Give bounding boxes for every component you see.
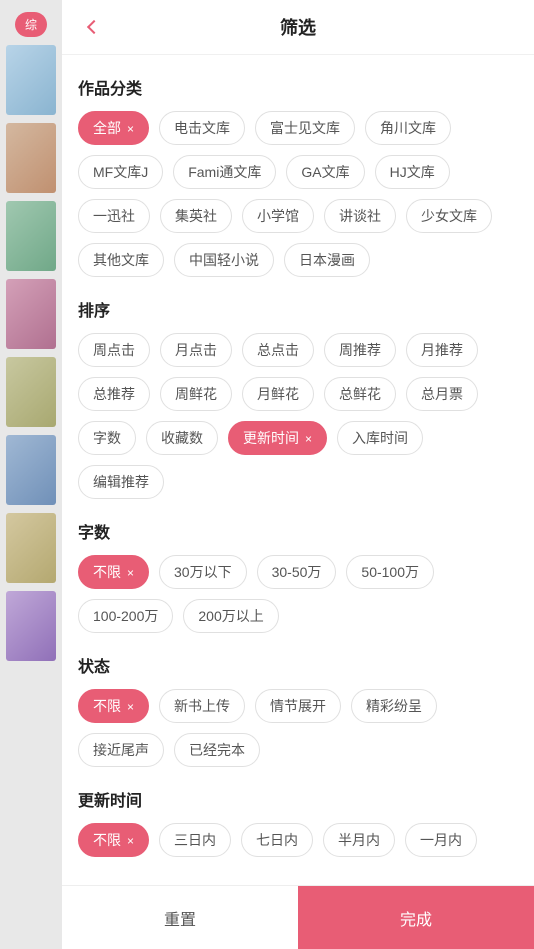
- tag-item[interactable]: 30-50万: [257, 555, 337, 589]
- tag-item[interactable]: 七日内: [241, 823, 313, 857]
- tag-item[interactable]: 半月内: [323, 823, 395, 857]
- filter-footer: 重置 完成: [62, 885, 534, 949]
- tag-item[interactable]: 总推荐: [78, 377, 150, 411]
- tag-item[interactable]: 其他文库: [78, 243, 164, 277]
- tag-item[interactable]: 不限×: [78, 823, 149, 857]
- tag-item[interactable]: 总鲜花: [324, 377, 396, 411]
- filter-title: 筛选: [280, 14, 316, 40]
- tag-item[interactable]: 50-100万: [346, 555, 434, 589]
- sidebar-cover-4: [6, 279, 56, 349]
- sidebar-cover-2: [6, 123, 56, 193]
- sidebar-cover-7: [6, 513, 56, 583]
- sidebar-cover-5: [6, 357, 56, 427]
- tag-item[interactable]: 中国轻小说: [174, 243, 274, 277]
- word-count-title: 字数: [78, 519, 518, 543]
- tag-item[interactable]: 周推荐: [324, 333, 396, 367]
- sort-section: 排序 周点击月点击总点击周推荐月推荐总推荐周鲜花月鲜花总鲜花总月票字数收藏数更新…: [78, 297, 518, 499]
- sidebar-selected-tag: 综: [15, 12, 47, 37]
- tag-item[interactable]: 三日内: [159, 823, 231, 857]
- tag-item[interactable]: 100-200万: [78, 599, 173, 633]
- update-time-title: 更新时间: [78, 787, 518, 811]
- confirm-button[interactable]: 完成: [298, 886, 534, 949]
- filter-content: 作品分类 全部× 电击文库富士见文库角川文库 MF文库J Fami通文库 GA文库 HJ文…: [62, 55, 534, 885]
- tag-item[interactable]: 周点击: [78, 333, 150, 367]
- word-count-section: 字数 不限× 30万以下 30-50万 50-100万 100-200万 200万以上: [78, 519, 518, 633]
- category-title: 作品分类: [78, 75, 518, 99]
- tag-close-icon[interactable]: ×: [305, 432, 312, 446]
- tag-item[interactable]: 编辑推荐: [78, 465, 164, 499]
- tag-close-icon[interactable]: ×: [127, 834, 134, 848]
- tag-item[interactable]: HJ文库: [375, 155, 450, 189]
- reset-button[interactable]: 重置: [62, 886, 298, 949]
- tag-item[interactable]: 情节展开: [255, 689, 341, 723]
- tag-item[interactable]: Fami通文库: [173, 155, 276, 189]
- tag-item[interactable]: 更新时间×: [228, 421, 327, 455]
- tag-item[interactable]: 新书上传: [159, 689, 245, 723]
- filter-header: 筛选: [62, 0, 534, 55]
- tag-item[interactable]: 角川文库: [365, 111, 451, 145]
- sidebar-cover-6: [6, 435, 56, 505]
- category-section: 作品分类 全部× 电击文库富士见文库角川文库 MF文库J Fami通文库 GA文库 HJ文…: [78, 75, 518, 277]
- sort-title: 排序: [78, 297, 518, 321]
- update-time-section: 更新时间 不限× 三日内七日内半月内一月内: [78, 787, 518, 857]
- tag-item[interactable]: 周鲜花: [160, 377, 232, 411]
- tag-item[interactable]: 200万以上: [183, 599, 278, 633]
- tag-item[interactable]: 讲谈社: [324, 199, 396, 233]
- status-title: 状态: [78, 653, 518, 677]
- tag-item[interactable]: 字数: [78, 421, 136, 455]
- tag-item[interactable]: 富士见文库: [255, 111, 355, 145]
- tag-item[interactable]: 入库时间: [337, 421, 423, 455]
- category-tags: 全部× 电击文库富士见文库角川文库 MF文库J Fami通文库 GA文库 HJ文库一迅社集…: [78, 111, 518, 277]
- sort-tags: 周点击月点击总点击周推荐月推荐总推荐周鲜花月鲜花总鲜花总月票字数收藏数更新时间×…: [78, 333, 518, 499]
- tag-item[interactable]: 少女文库: [406, 199, 492, 233]
- tag-item[interactable]: 30万以下: [159, 555, 247, 589]
- tag-item[interactable]: 月鲜花: [242, 377, 314, 411]
- tag-close-icon[interactable]: ×: [127, 566, 134, 580]
- tag-item[interactable]: 一迅社: [78, 199, 150, 233]
- sidebar-cover-3: [6, 201, 56, 271]
- tag-item[interactable]: 集英社: [160, 199, 232, 233]
- status-section: 状态 不限× 新书上传情节展开精彩纷呈接近尾声已经完本: [78, 653, 518, 767]
- sidebar-cover-1: [6, 45, 56, 115]
- tag-item[interactable]: 总月票: [406, 377, 478, 411]
- tag-item[interactable]: 月点击: [160, 333, 232, 367]
- tag-item[interactable]: 不限×: [78, 689, 149, 723]
- status-tags: 不限× 新书上传情节展开精彩纷呈接近尾声已经完本: [78, 689, 518, 767]
- tag-item[interactable]: 收藏数: [146, 421, 218, 455]
- tag-item[interactable]: 不限×: [78, 555, 149, 589]
- back-button[interactable]: [78, 13, 106, 41]
- back-chevron-icon: [87, 20, 101, 34]
- sidebar-cover-8: [6, 591, 56, 661]
- tag-item[interactable]: 日本漫画: [284, 243, 370, 277]
- tag-item[interactable]: GA文库: [286, 155, 364, 189]
- tag-item[interactable]: 精彩纷呈: [351, 689, 437, 723]
- sidebar-background: 综: [0, 0, 62, 949]
- word-count-tags: 不限× 30万以下 30-50万 50-100万 100-200万 200万以上: [78, 555, 518, 633]
- tag-item[interactable]: 一月内: [405, 823, 477, 857]
- tag-item[interactable]: 电击文库: [159, 111, 245, 145]
- filter-panel: 筛选 作品分类 全部× 电击文库富士见文库角川文库 MF文库J Fami通文库 GA文库…: [62, 0, 534, 949]
- tag-item[interactable]: 月推荐: [406, 333, 478, 367]
- tag-item[interactable]: 接近尾声: [78, 733, 164, 767]
- tag-item[interactable]: MF文库J: [78, 155, 163, 189]
- tag-item[interactable]: 小学馆: [242, 199, 314, 233]
- tag-close-icon[interactable]: ×: [127, 700, 134, 714]
- tag-item[interactable]: 已经完本: [174, 733, 260, 767]
- update-time-tags: 不限× 三日内七日内半月内一月内: [78, 823, 518, 857]
- tag-item[interactable]: 总点击: [242, 333, 314, 367]
- tag-item[interactable]: 全部×: [78, 111, 149, 145]
- tag-close-icon[interactable]: ×: [127, 122, 134, 136]
